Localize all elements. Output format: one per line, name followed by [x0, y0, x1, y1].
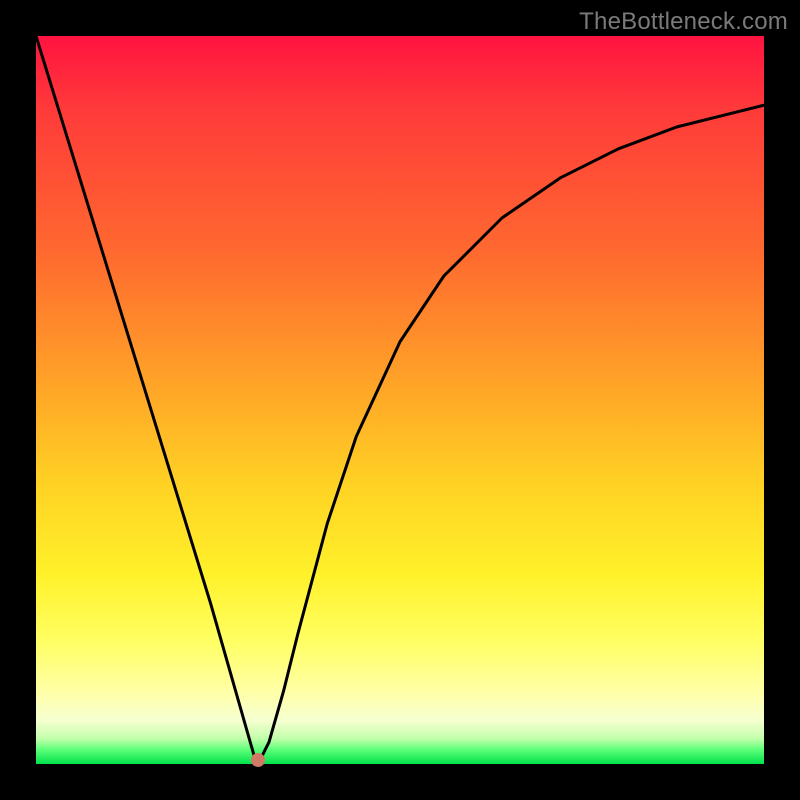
plot-area [36, 36, 764, 764]
optimal-point-marker [251, 753, 265, 767]
chart-frame: TheBottleneck.com [0, 0, 800, 800]
bottleneck-curve [36, 36, 764, 764]
watermark-text: TheBottleneck.com [579, 8, 788, 36]
